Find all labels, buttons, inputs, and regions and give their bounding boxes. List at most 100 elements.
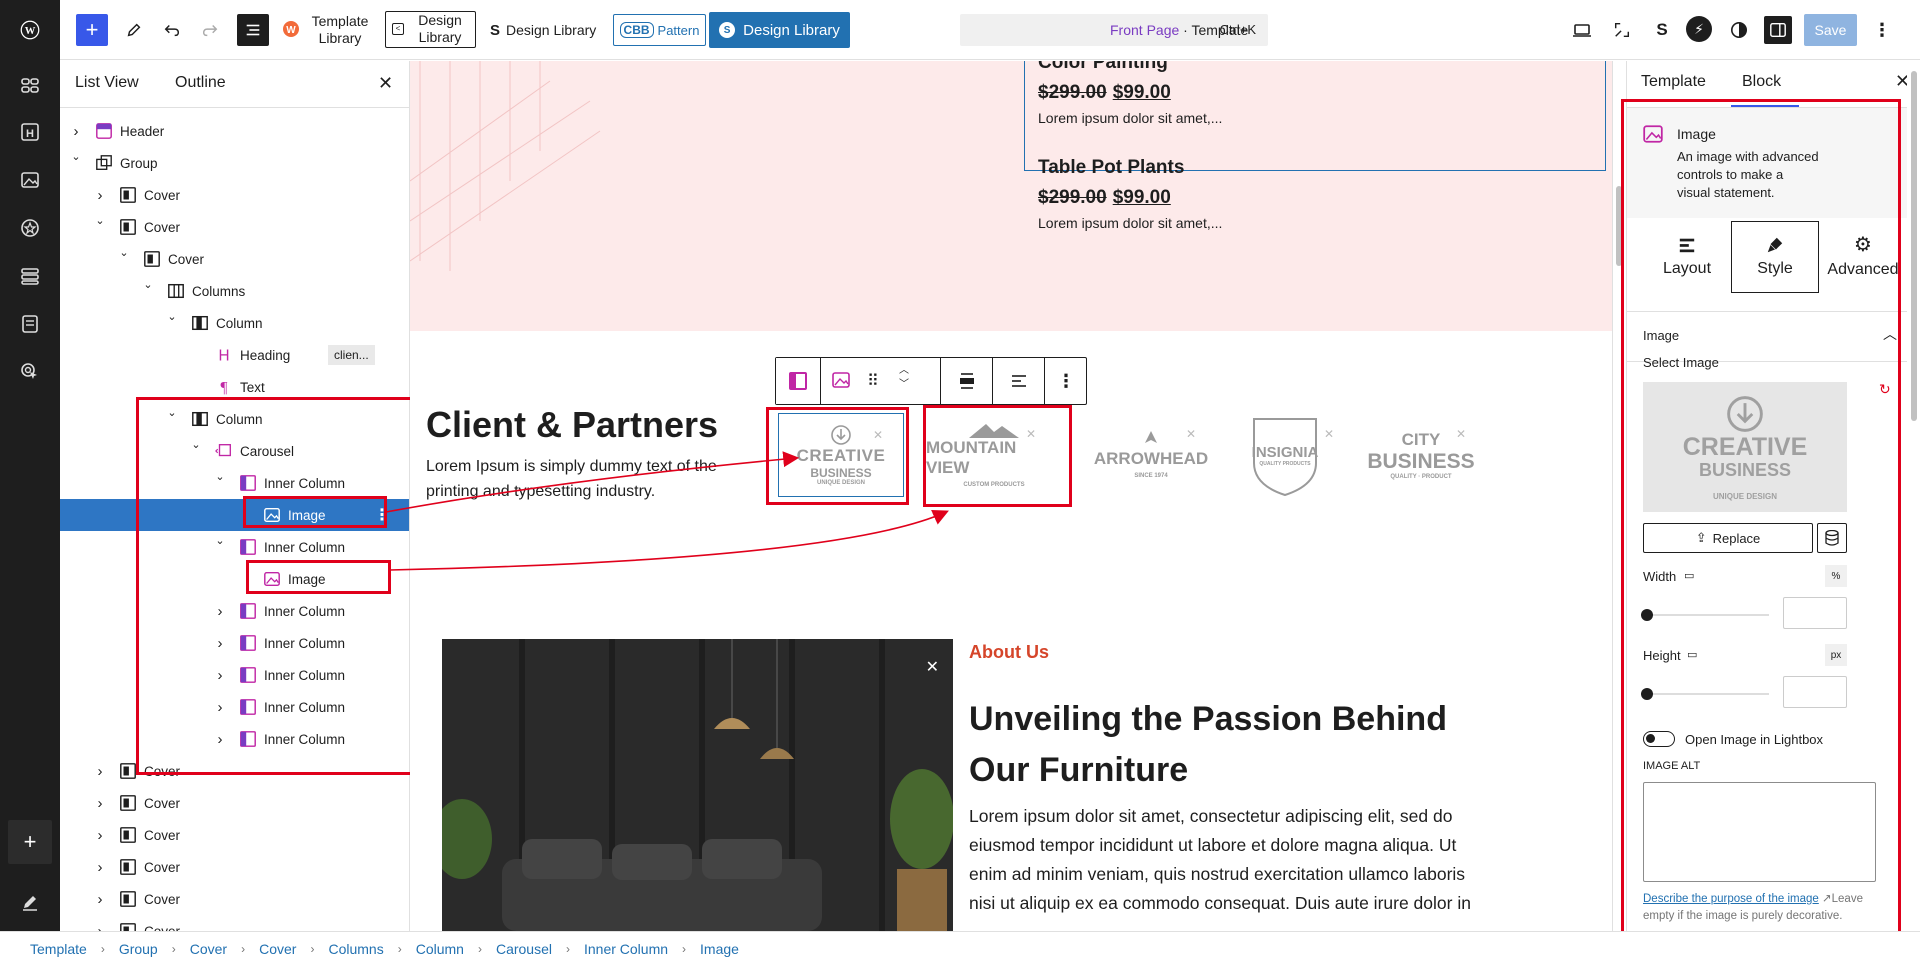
chevron-down-icon[interactable]: ⌄ <box>140 278 156 291</box>
list-view-row[interactable]: › Cover <box>60 851 409 883</box>
width-unit[interactable]: % <box>1825 565 1847 587</box>
remove-x-icon[interactable]: ✕ <box>873 428 883 442</box>
image-panel-header[interactable]: Image ︿ <box>1627 312 1920 360</box>
design-library-primary-button[interactable]: S Design Library <box>709 12 850 48</box>
blocks-stack-icon[interactable] <box>16 262 44 290</box>
close-icon[interactable]: ✕ <box>926 657 939 677</box>
list-view-row[interactable]: H Heading clien... <box>60 339 409 371</box>
chevron-down-icon[interactable]: ⌄ <box>68 150 84 163</box>
breadcrumb-item[interactable]: Carousel <box>496 941 552 957</box>
chevron-right-icon[interactable]: › <box>92 795 108 812</box>
align-left-icon[interactable] <box>993 358 1045 404</box>
close-icon[interactable]: ✕ <box>378 73 393 94</box>
template-library-button[interactable]: Template Library <box>304 12 376 48</box>
chevron-right-icon[interactable]: › <box>212 635 228 652</box>
client-logo[interactable]: INSIGNIA QUALITY PRODUCTS ✕ <box>1236 413 1334 497</box>
lightbox-toggle[interactable] <box>1643 731 1675 747</box>
design-library-plain-button[interactable]: S Design Library <box>490 14 596 46</box>
breadcrumb-item[interactable]: Columns <box>328 941 383 957</box>
redo-icon[interactable] <box>198 18 222 42</box>
remove-x-icon[interactable]: ✕ <box>1026 427 1036 441</box>
tab-list-view[interactable]: List View <box>75 74 139 92</box>
drag-handle-icon[interactable]: ⠿ <box>867 371 879 391</box>
image-alt-help-link[interactable]: Describe the purpose of the image <box>1643 893 1819 905</box>
chevron-right-icon[interactable]: › <box>92 187 108 204</box>
chevron-down-icon[interactable]: ⌄ <box>212 534 228 547</box>
list-view-row[interactable]: ⌄ Columns <box>60 275 409 307</box>
list-view-row[interactable]: ⌄ Column <box>60 403 409 435</box>
chevron-down-icon[interactable]: ⌄ <box>188 438 204 451</box>
image-preview[interactable]: CREATIVE BUSINESS UNIQUE DESIGN <box>1643 382 1847 512</box>
options-kebab-icon[interactable]: ⋮ <box>1870 18 1894 42</box>
client-logo[interactable]: CREATIVE BUSINESS UNIQUE DESIGN ✕ <box>778 413 904 497</box>
chevron-right-icon[interactable]: › <box>212 603 228 620</box>
align-wide-icon[interactable] <box>941 358 993 404</box>
patterns-icon[interactable] <box>16 72 44 100</box>
contrast-icon[interactable] <box>1727 18 1751 42</box>
scroll-thumb[interactable] <box>1616 186 1622 266</box>
chevron-right-icon[interactable]: › <box>212 699 228 716</box>
media-icon[interactable] <box>16 166 44 194</box>
breadcrumb-item[interactable]: Inner Column <box>584 941 668 957</box>
scroll-thumb[interactable] <box>1911 71 1917 421</box>
remove-x-icon[interactable]: ✕ <box>1324 427 1334 441</box>
device-desktop-icon[interactable]: ▭ <box>1687 648 1697 661</box>
chevron-right-icon[interactable]: › <box>92 891 108 908</box>
breadcrumb-item[interactable]: Group <box>119 941 158 957</box>
heading-block-icon[interactable]: H <box>16 118 44 146</box>
chevron-down-icon[interactable]: ⌄ <box>212 470 228 483</box>
save-button[interactable]: Save <box>1804 14 1857 46</box>
canvas-scrollbar[interactable] <box>1612 61 1626 931</box>
chevron-right-icon[interactable]: › <box>212 667 228 684</box>
settings-sidebar-toggle-icon[interactable] <box>1764 16 1792 44</box>
client-logo[interactable]: CITY BUSINESS QUALITY · PRODUCT ✕ <box>1358 413 1484 497</box>
chevron-right-icon[interactable]: › <box>212 731 228 748</box>
height-slider-handle[interactable] <box>1641 688 1653 700</box>
tab-template[interactable]: Template <box>1641 73 1706 91</box>
chevron-right-icon[interactable]: › <box>92 827 108 844</box>
height-input[interactable] <box>1783 676 1847 708</box>
chevron-right-icon[interactable]: › <box>92 859 108 876</box>
list-view-row[interactable]: › Inner Column <box>60 627 409 659</box>
chevron-down-icon[interactable]: ⌄ <box>164 310 180 323</box>
block-options-icon[interactable]: ⋮ <box>1045 358 1087 404</box>
breadcrumb-item[interactable]: Image <box>700 941 739 957</box>
database-icon[interactable] <box>1817 523 1847 553</box>
command-palette-bar[interactable]: Front Page · Template Ctrl+K <box>960 14 1268 46</box>
list-view-row[interactable]: ⌄ Cover <box>60 211 409 243</box>
list-view-row[interactable]: ⌄ Inner Column <box>60 531 409 563</box>
list-view-row[interactable]: › Inner Column <box>60 691 409 723</box>
page-icon[interactable] <box>16 310 44 338</box>
list-view-row[interactable]: › Header <box>60 115 409 147</box>
chevron-down-icon[interactable]: ⌄ <box>92 214 108 227</box>
list-view-row[interactable]: › Cover <box>60 179 409 211</box>
breadcrumb-item[interactable]: Cover <box>190 941 227 957</box>
device-desktop-icon[interactable]: ▭ <box>1684 569 1694 582</box>
interactions-icon[interactable] <box>16 358 44 386</box>
tools-pencil-icon[interactable] <box>122 18 146 42</box>
replace-button[interactable]: ⇪ Replace <box>1643 523 1813 553</box>
width-slider-track[interactable] <box>1643 614 1769 616</box>
segment-layout[interactable]: Layout <box>1643 221 1731 293</box>
list-view-row[interactable]: ¶ Text <box>60 371 409 403</box>
reset-icon[interactable]: ↻ <box>1879 381 1891 398</box>
width-slider-handle[interactable] <box>1641 609 1653 621</box>
chevron-right-icon[interactable]: › <box>92 763 108 780</box>
segment-advanced[interactable]: ⚙ Advanced <box>1819 221 1907 293</box>
sidebar-scrollbar[interactable] <box>1907 61 1920 966</box>
breadcrumb-item[interactable]: Cover <box>259 941 296 957</box>
height-unit[interactable]: px <box>1825 644 1847 666</box>
list-view-row[interactable]: › Cover <box>60 787 409 819</box>
tab-outline[interactable]: Outline <box>175 74 226 92</box>
stackable-s-icon[interactable]: S <box>1650 18 1674 42</box>
image-block-icon[interactable] <box>831 370 851 393</box>
row-options-icon[interactable]: ⋮ <box>374 505 390 525</box>
list-view-row[interactable]: ⌄ Column <box>60 307 409 339</box>
cbb-pattern-button[interactable]: CBB Pattern <box>613 14 706 46</box>
tab-block[interactable]: Block <box>1742 73 1781 91</box>
lightning-icon[interactable]: ⚡ <box>1686 16 1712 42</box>
segment-style[interactable]: Style <box>1731 221 1819 293</box>
about-image[interactable]: ✕ <box>442 639 953 931</box>
list-view-row[interactable]: ⌄ Carousel <box>60 435 409 467</box>
chevron-right-icon[interactable]: › <box>68 123 84 140</box>
